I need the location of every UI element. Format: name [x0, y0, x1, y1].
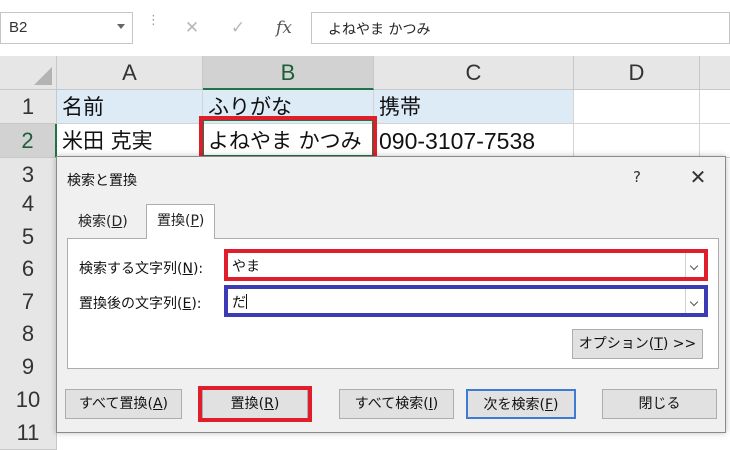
cell-c2[interactable]: 090-3107-7538 — [374, 124, 574, 158]
cell-a1[interactable]: 名前 — [57, 90, 203, 124]
find-what-highlight — [224, 249, 708, 281]
row-header-8[interactable]: 8 — [0, 317, 57, 351]
cell-d2[interactable] — [574, 124, 700, 158]
find-what-accesskey: N — [182, 261, 193, 277]
tab-search-label: 検索( — [78, 214, 112, 230]
row-header-7[interactable]: 7 — [0, 285, 57, 319]
replace-with-label: 置換後の文字列(E): — [79, 293, 202, 313]
row-header-5[interactable]: 5 — [0, 220, 57, 254]
replace-with-highlight — [224, 285, 708, 317]
cell-a2[interactable]: 米田 克実 — [57, 124, 203, 158]
tab-replace-label: 置換( — [157, 213, 191, 229]
row-header-10[interactable]: 10 — [0, 383, 57, 417]
find-next-button[interactable]: 次を検索(F) — [466, 389, 576, 419]
options-button-label: オプション( — [578, 336, 655, 352]
replace-button-highlight — [198, 386, 312, 422]
replace-all-label: すべて置換( — [79, 396, 153, 412]
column-header-d[interactable]: D — [574, 56, 700, 90]
options-accesskey: T — [654, 336, 663, 352]
find-all-label: すべて検索( — [354, 396, 429, 412]
options-button[interactable]: オプション(T) >> — [572, 329, 703, 359]
close-button[interactable]: 閉じる — [602, 389, 717, 419]
tab-replace-accesskey: P — [190, 213, 199, 229]
replace-all-button[interactable]: すべて置換(A) — [65, 389, 182, 419]
find-what-label: 検索する文字列(N): — [79, 258, 203, 278]
cell-c1[interactable]: 携帯 — [374, 90, 574, 124]
formula-bar-grip-icon: ⋮ — [147, 13, 160, 28]
cell-e2[interactable] — [700, 124, 730, 158]
replace-with-label-text: 置換後の文字列( — [79, 296, 183, 312]
find-what-label-end: ): — [192, 261, 204, 277]
column-header-b[interactable]: B — [203, 56, 374, 90]
tab-search[interactable]: 検索(D) — [68, 206, 138, 238]
formula-input[interactable]: よねやま かつみ — [311, 12, 730, 44]
tab-search-label-end: ) — [122, 214, 128, 230]
column-header-a[interactable]: A — [57, 56, 203, 90]
tab-search-accesskey: D — [111, 214, 123, 230]
find-replace-dialog: 検索と置換 ? ✕ 検索(D) 置換(P) 検索する文字列(N): やま 置換後… — [56, 156, 726, 433]
find-all-label-end: ) — [432, 396, 439, 412]
column-header-e[interactable] — [700, 56, 730, 90]
replace-all-accesskey: A — [152, 396, 163, 412]
select-all-icon — [34, 67, 52, 85]
select-all-button[interactable] — [0, 56, 57, 90]
row-header-1[interactable]: 1 — [0, 90, 57, 124]
row-header-11[interactable]: 11 — [0, 416, 57, 450]
insert-function-icon[interactable]: fx — [268, 12, 300, 44]
enter-icon[interactable]: ✓ — [222, 12, 254, 44]
find-next-label-end: ) — [553, 397, 559, 413]
options-button-label-end: ) >> — [662, 336, 697, 352]
name-box[interactable]: B2 — [0, 12, 133, 44]
find-next-label: 次を検索( — [483, 397, 545, 413]
row-header-9[interactable]: 9 — [0, 350, 57, 384]
find-next-accesskey: F — [544, 397, 554, 413]
find-all-button[interactable]: すべて検索(I) — [339, 389, 454, 419]
find-what-label-text: 検索する文字列( — [79, 261, 183, 277]
replace-with-label-end: ): — [191, 296, 202, 312]
tab-replace[interactable]: 置換(P) — [146, 204, 216, 239]
cancel-icon[interactable]: ✕ — [176, 12, 208, 44]
tab-replace-label-end: ) — [198, 213, 205, 229]
replace-with-accesskey: E — [182, 296, 192, 312]
column-header-c[interactable]: C — [374, 56, 574, 90]
chevron-down-icon[interactable] — [117, 24, 125, 29]
replace-all-label-end: ) — [162, 396, 168, 412]
cell-e1[interactable] — [700, 90, 730, 124]
cell-d1[interactable] — [574, 90, 700, 124]
cell-b2-highlight — [199, 116, 377, 160]
name-box-value: B2 — [9, 19, 28, 36]
close-icon[interactable]: ✕ — [681, 163, 715, 191]
row-header-6[interactable]: 6 — [0, 252, 57, 286]
dialog-title: 検索と置換 — [67, 173, 137, 189]
row-header-4[interactable]: 4 — [0, 187, 57, 221]
row-header-2[interactable]: 2 — [0, 124, 57, 158]
help-button[interactable]: ? — [627, 165, 647, 189]
